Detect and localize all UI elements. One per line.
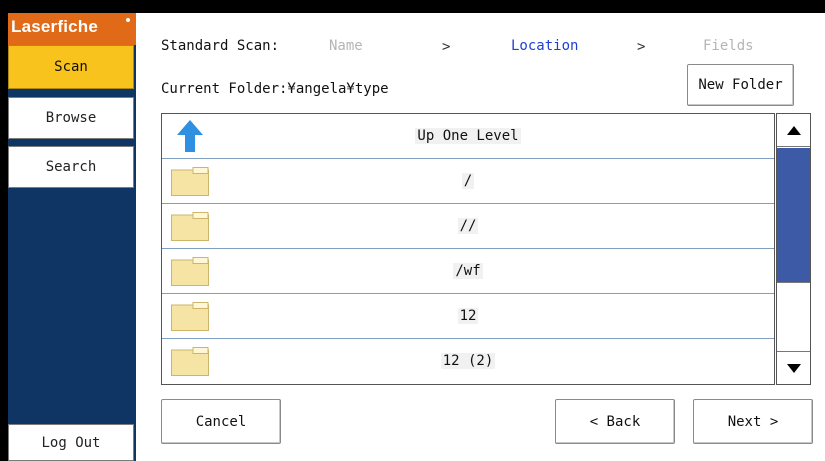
list-item[interactable]: // bbox=[162, 204, 774, 249]
list-item[interactable]: /wf bbox=[162, 249, 774, 294]
new-folder-button[interactable]: New Folder bbox=[687, 64, 794, 106]
sidebar-item-search[interactable]: Search bbox=[8, 146, 134, 188]
step-name: Name bbox=[329, 38, 363, 54]
sidebar-item-browse[interactable]: Browse bbox=[8, 97, 134, 139]
list-item[interactable]: 12 (2) bbox=[162, 339, 774, 384]
logo-mark-icon bbox=[126, 18, 130, 22]
brand-name: Laserfiche bbox=[11, 17, 99, 36]
scroll-up-button[interactable] bbox=[777, 114, 810, 147]
wizard-title: Standard Scan: bbox=[161, 38, 280, 54]
back-button[interactable]: < Back bbox=[555, 399, 675, 444]
folder-name: 12 bbox=[457, 308, 479, 324]
up-one-level-label: Up One Level bbox=[415, 128, 521, 144]
sidebar-item-scan[interactable]: Scan bbox=[8, 45, 134, 89]
folder-name: // bbox=[457, 218, 479, 234]
triangle-up-icon bbox=[786, 125, 801, 135]
scroll-down-button[interactable] bbox=[777, 351, 810, 384]
folder-name: / bbox=[461, 173, 475, 189]
step-separator: > bbox=[442, 39, 451, 55]
brand-logo: Laserfiche bbox=[8, 13, 136, 45]
step-separator: > bbox=[637, 39, 646, 55]
scroll-track[interactable] bbox=[777, 282, 810, 352]
scrollbar[interactable] bbox=[776, 113, 811, 385]
list-item[interactable]: 12 bbox=[162, 294, 774, 339]
folder-name: 12 (2) bbox=[440, 353, 496, 369]
main-panel: Standard Scan: Name > Location > Fields … bbox=[136, 13, 825, 461]
list-item[interactable]: / bbox=[162, 159, 774, 204]
cancel-button[interactable]: Cancel bbox=[161, 399, 281, 444]
folder-list: Up One Level / // /wf 12 12 (2) bbox=[161, 113, 775, 385]
current-folder-path: Current Folder:¥angela¥type bbox=[161, 81, 389, 97]
up-one-level-row[interactable]: Up One Level bbox=[162, 114, 774, 159]
triangle-down-icon bbox=[786, 363, 801, 373]
scroll-thumb[interactable] bbox=[777, 148, 810, 282]
step-fields: Fields bbox=[703, 38, 754, 54]
folder-name: /wf bbox=[453, 263, 483, 279]
next-button[interactable]: Next > bbox=[693, 399, 813, 444]
logout-button[interactable]: Log Out bbox=[8, 424, 134, 461]
screen-frame: Laserfiche Scan Browse Search Log Out St… bbox=[0, 0, 825, 461]
sidebar: Laserfiche Scan Browse Search Log Out bbox=[8, 13, 136, 461]
step-location: Location bbox=[511, 38, 579, 54]
